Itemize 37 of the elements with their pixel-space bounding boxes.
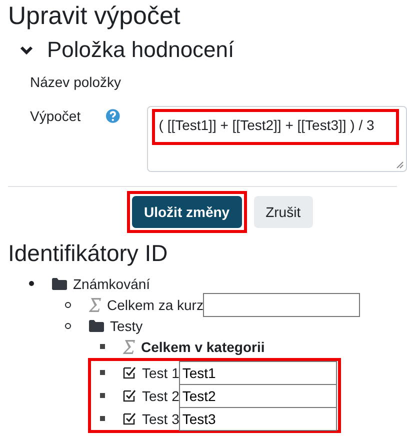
tree-label: Známkování	[73, 276, 150, 292]
id-number-field[interactable]: Test3	[179, 406, 338, 430]
tree-label: Test 2	[142, 388, 180, 404]
resize-grip-icon[interactable]	[396, 161, 404, 169]
bullet-icon	[100, 344, 105, 349]
cancel-button[interactable]: Zrušit	[254, 196, 313, 228]
checklist-icon	[123, 412, 136, 425]
tree-label: Test 3	[142, 410, 180, 426]
bullet-icon	[29, 281, 34, 286]
section-title: Položka hodnocení	[47, 37, 234, 63]
formula-text: ( [[Test1]] + [[Test2]] + [[Test3]] ) / 3	[152, 109, 400, 145]
checklist-icon	[123, 366, 136, 379]
field-label: Výpočet	[30, 107, 82, 126]
help-icon[interactable]	[105, 108, 121, 124]
bullet-icon	[100, 370, 105, 375]
checklist-icon	[123, 389, 136, 402]
id-number-field[interactable]	[203, 292, 360, 316]
chevron-icon[interactable]	[20, 46, 33, 54]
page-title: Upravit výpočet	[8, 1, 182, 32]
tree-label: Celkem v kategorii	[141, 338, 265, 354]
bullet-icon	[100, 393, 105, 398]
bullet-icon	[65, 302, 71, 308]
tree-label: Testy	[110, 318, 143, 334]
id-number-field[interactable]: Test2	[179, 384, 338, 408]
section-heading: Identifikátory ID	[8, 239, 169, 268]
folder-icon	[89, 320, 104, 332]
id-number-field[interactable]: Test1	[179, 360, 338, 384]
tree-label: Test 1	[142, 364, 180, 380]
bullet-icon	[100, 416, 105, 421]
bullet-icon	[65, 322, 71, 328]
sigma-icon	[123, 340, 135, 354]
field-label: Název položky	[30, 73, 122, 92]
folder-icon	[52, 278, 67, 290]
formula-field[interactable]: ( [[Test1]] + [[Test2]] + [[Test3]] ) / 3	[146, 106, 407, 172]
tree-label: Celkem za kurz	[107, 296, 204, 312]
save-button[interactable]: Uložit změny	[132, 196, 242, 228]
sigma-icon	[89, 298, 101, 312]
